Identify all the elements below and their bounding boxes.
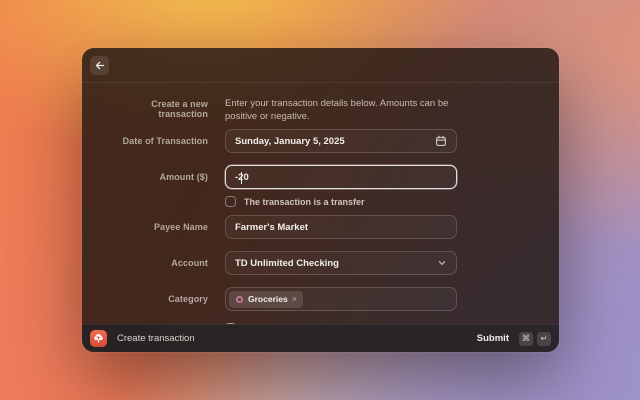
transaction-form: Create a new transaction Enter your tran… — [82, 83, 559, 334]
transfer-label: The transaction is a transfer — [244, 197, 365, 207]
back-arrow-icon — [94, 60, 105, 71]
date-field[interactable]: Sunday, January 5, 2025 — [225, 129, 457, 153]
chevron-down-icon — [437, 258, 447, 268]
create-transaction-window: Create a new transaction Enter your tran… — [82, 48, 559, 352]
submit-label: Submit — [477, 333, 509, 344]
amount-field[interactable]: -20 — [225, 165, 457, 189]
back-button[interactable] — [90, 56, 109, 75]
date-row: Date of Transaction Sunday, January 5, 2… — [102, 129, 539, 153]
form-description: Enter your transaction details below. Am… — [225, 97, 465, 123]
transfer-checkbox[interactable]: The transaction is a transfer — [225, 196, 365, 207]
window-header — [82, 48, 559, 83]
date-value: Sunday, January 5, 2025 — [235, 136, 345, 147]
app-logo-icon[interactable] — [90, 330, 107, 347]
account-label: Account — [102, 258, 208, 268]
remove-tag-icon[interactable]: × — [292, 294, 297, 304]
category-label: Category — [102, 294, 208, 304]
form-intro-row: Create a new transaction Enter your tran… — [102, 97, 539, 123]
text-cursor — [241, 172, 242, 184]
checkbox-unchecked-icon — [225, 196, 236, 207]
command-title: Create transaction — [117, 333, 195, 344]
amount-label: Amount ($) — [102, 172, 208, 182]
category-ring-icon — [235, 295, 244, 304]
calendar-icon — [435, 135, 447, 147]
category-tag-groceries[interactable]: Groceries × — [229, 291, 303, 308]
account-row: Account TD Unlimited Checking — [102, 251, 539, 275]
payee-row: Payee Name Farmer's Market — [102, 215, 539, 239]
window-footer: Create transaction Submit ⌘ ↵ — [82, 324, 559, 352]
amount-row: Amount ($) -20 — [102, 165, 539, 189]
date-label: Date of Transaction — [102, 136, 208, 146]
account-select[interactable]: TD Unlimited Checking — [225, 251, 457, 275]
enter-key-icon: ↵ — [537, 332, 551, 346]
payee-field[interactable]: Farmer's Market — [225, 215, 457, 239]
category-row: Category Groceries × — [102, 287, 539, 311]
desktop-background: { "icons": { "back": "←", "close": "×", … — [0, 0, 640, 400]
payee-value: Farmer's Market — [235, 222, 308, 233]
submit-button[interactable]: Submit ⌘ ↵ — [477, 332, 551, 346]
cmd-key-icon: ⌘ — [519, 332, 533, 346]
category-tag-label: Groceries — [248, 294, 288, 304]
category-field[interactable]: Groceries × — [225, 287, 457, 311]
account-value: TD Unlimited Checking — [235, 258, 339, 269]
form-title: Create a new transaction — [102, 97, 208, 119]
payee-label: Payee Name — [102, 222, 208, 232]
transfer-row: The transaction is a transfer — [102, 196, 539, 207]
